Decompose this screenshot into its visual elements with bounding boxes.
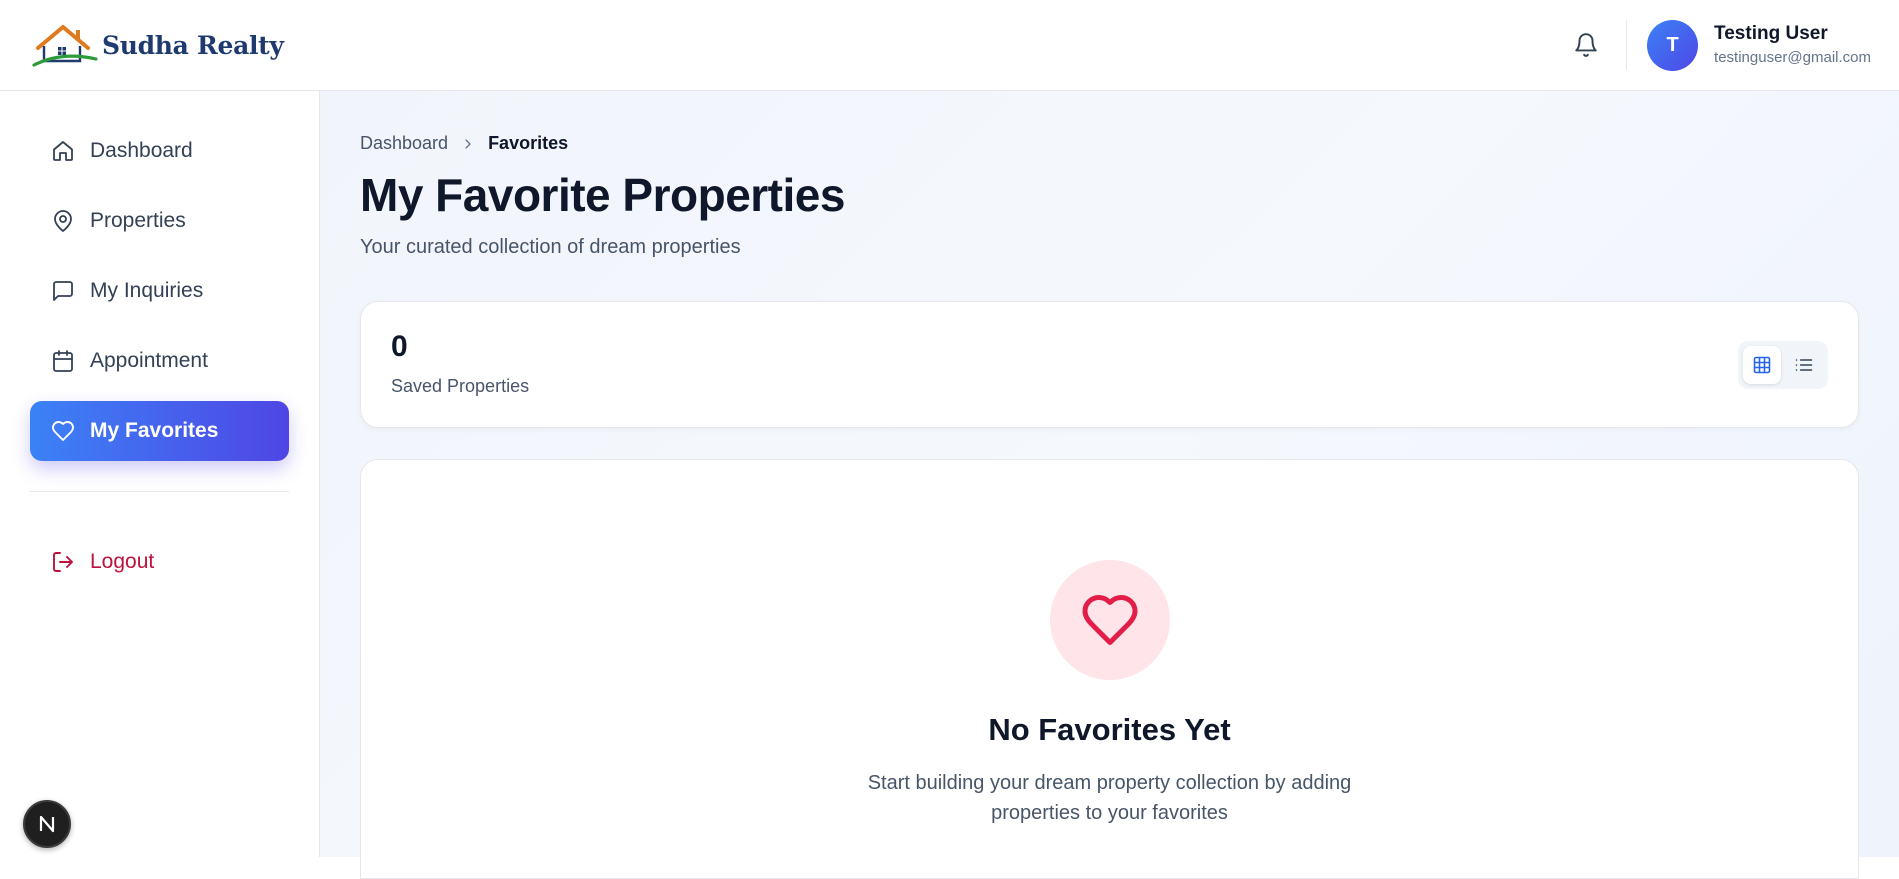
avatar[interactable]: T [1647,19,1699,71]
logout-button[interactable]: Logout [30,532,289,592]
empty-state-heart-badge [1049,560,1170,680]
bell-icon [1575,33,1597,57]
page-subtitle: Your curated collection of dream propert… [360,236,741,258]
empty-state-card: No Favorites Yet Start building your dre… [360,459,1859,879]
sidebar-item-label: My Inquiries [90,279,204,302]
grid-view-button[interactable] [1743,345,1781,384]
view-toggle [1738,340,1828,389]
home-icon [50,138,76,164]
map-pin-icon [50,208,76,234]
calendar-icon [50,348,76,374]
chevron-right-icon [465,138,471,149]
next-logo-icon [39,815,55,833]
logout-icon [50,549,76,575]
breadcrumb: Dashboard Favorites [360,133,1859,154]
brand[interactable]: Sudha Realty [32,21,284,69]
logout-label: Logout [90,550,155,573]
saved-count-block: 0 Saved Properties [391,332,529,397]
breadcrumb-dashboard-link[interactable]: Dashboard [360,133,448,154]
main-content: Dashboard Favorites My Favorite Properti… [320,91,1899,879]
grid-icon [1753,356,1771,373]
header-divider [1626,20,1628,70]
sidebar-item-properties[interactable]: Properties [30,191,289,251]
sidebar-item-label: Appointment [90,349,208,372]
list-icon [1795,358,1813,371]
sidebar-item-label: My Favorites [90,419,219,442]
user-name: Testing User [1714,22,1828,44]
sidebar-item-appointment[interactable]: Appointment [30,331,289,391]
sidebar-item-my-inquiries[interactable]: My Inquiries [30,261,289,321]
notifications-button[interactable] [1566,25,1606,65]
saved-count: 0 [391,330,408,363]
sidebar: Dashboard Properties My Inquiries Appoin… [0,91,320,857]
saved-properties-card: 0 Saved Properties [360,301,1859,428]
list-view-button[interactable] [1785,346,1823,384]
empty-state-title: No Favorites Yet [988,712,1231,747]
heart-icon [1082,595,1137,645]
header-actions: T Testing User testinguser@gmail.com [1566,0,1871,90]
sidebar-item-label: Dashboard [90,139,193,162]
page-title: My Favorite Properties [360,169,845,221]
sidebar-item-my-favorites[interactable]: My Favorites [30,401,289,461]
sidebar-item-dashboard[interactable]: Dashboard [30,121,289,181]
house-logo-icon [32,25,98,67]
user-email: testinguser@gmail.com [1714,48,1871,66]
dev-tools-badge[interactable] [23,800,71,848]
brand-name: Sudha Realty [102,30,284,60]
breadcrumb-current: Favorites [488,133,569,153]
top-header: Sudha Realty T Testing User testinguser@… [0,0,1899,91]
user-info: Testing User testinguser@gmail.com [1714,23,1871,67]
message-square-icon [50,278,76,304]
sidebar-divider [30,491,289,492]
sidebar-item-label: Properties [90,209,186,232]
saved-count-label: Saved Properties [391,376,530,396]
user-menu[interactable]: T Testing User testinguser@gmail.com [1647,19,1871,71]
heart-icon [50,418,76,444]
empty-state-description: Start building your dream property colle… [867,772,1352,824]
